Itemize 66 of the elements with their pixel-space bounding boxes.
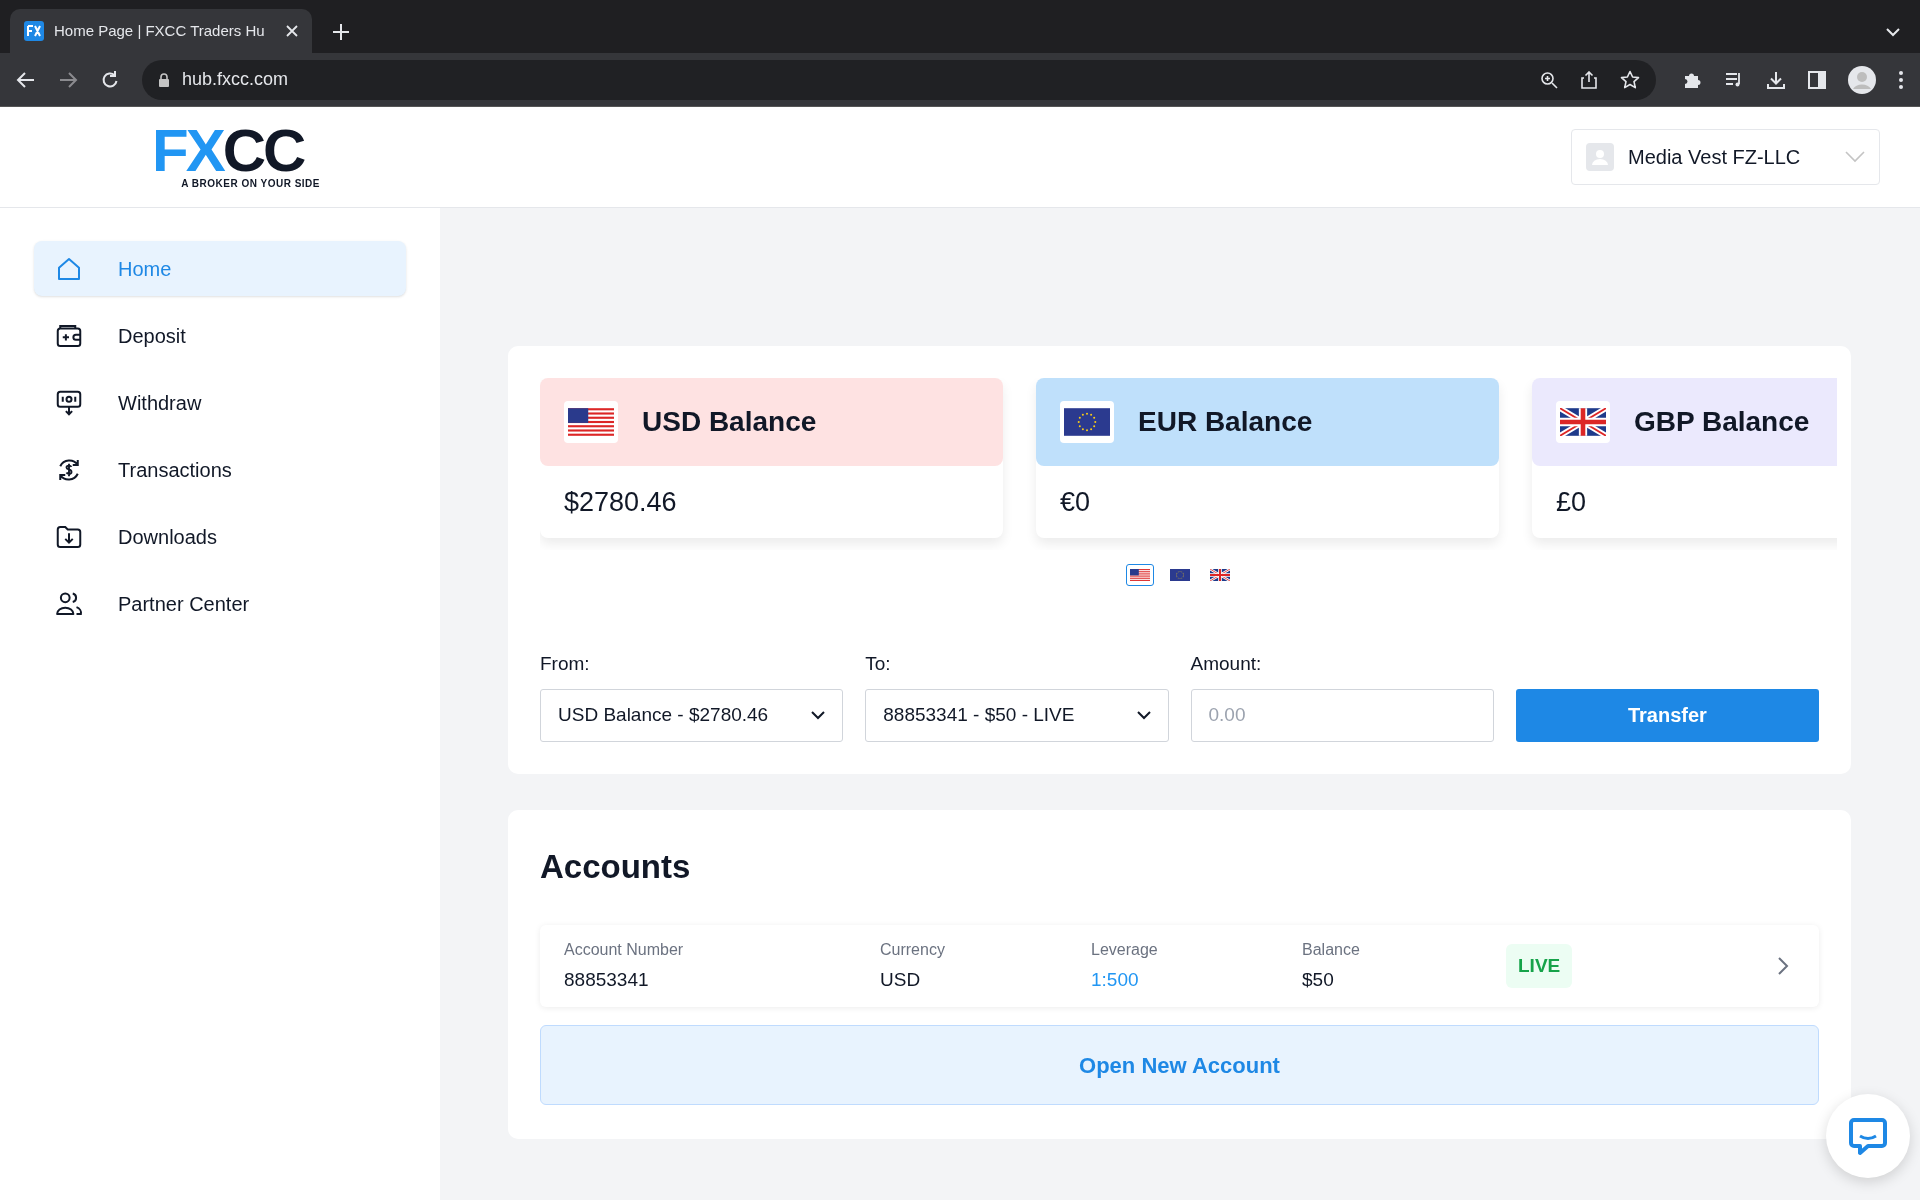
- select-field[interactable]: 88853341 - $50 - LIVE: [865, 688, 1169, 742]
- new-tab-icon[interactable]: [332, 23, 350, 41]
- balance-amount: €0: [1059, 485, 1092, 519]
- zoom-icon[interactable]: [1540, 70, 1558, 89]
- download-icon[interactable]: [1766, 69, 1786, 90]
- forward-icon[interactable]: [58, 69, 78, 90]
- amount-input[interactable]: 0.00: [1190, 688, 1494, 742]
- chevron-down-icon: [811, 710, 826, 720]
- cross-flag-icon: [1560, 408, 1606, 436]
- carousel-flag[interactable]: [1125, 564, 1154, 586]
- tab-title: Home Page | FXCC Traders Hu: [54, 20, 265, 41]
- back-icon[interactable]: [16, 69, 36, 90]
- column-label: Account Number: [564, 939, 685, 960]
- address-bar[interactable]: hub.fxcc.com: [142, 59, 1656, 100]
- nav-item[interactable]: Withdraw: [34, 375, 406, 430]
- star-icon[interactable]: [1620, 69, 1640, 90]
- select-field[interactable]: USD Balance - $2780.46: [540, 688, 844, 742]
- balance-amount: $2780.46: [563, 485, 678, 519]
- browser-tab[interactable]: Home Page | FXCC Traders Hu: [10, 9, 312, 53]
- side-panel-icon[interactable]: [1808, 70, 1826, 89]
- chat-button[interactable]: [1826, 1094, 1910, 1178]
- account-row[interactable]: Account Number 88853341 Currency USD Leverage 1:500 Balance $50 LIVE: [540, 925, 1819, 1007]
- logo-tagline: A BROKER ON YOUR SIDE: [180, 176, 320, 191]
- account-dropdown[interactable]: Media Vest FZ-LLC: [1571, 129, 1880, 185]
- column-label: Leverage: [1091, 939, 1159, 960]
- chevron-down-icon[interactable]: [1886, 27, 1900, 37]
- chevron-right-icon: [1777, 956, 1789, 976]
- user-avatar-icon: [1586, 143, 1614, 171]
- more-icon[interactable]: [1898, 69, 1904, 90]
- column-value: USD: [880, 967, 922, 992]
- flag-thumbnail-icon: [1129, 569, 1150, 581]
- status-badge: LIVE: [1506, 943, 1573, 989]
- amount-label: Amount:: [1190, 652, 1263, 676]
- lock-icon: [158, 72, 170, 87]
- account-name: Media Vest FZ-LLC: [1628, 145, 1801, 170]
- nav-item[interactable]: Deposit: [34, 308, 406, 363]
- from-label: From:: [540, 652, 591, 676]
- striped-flag-icon: [568, 408, 614, 436]
- logo-wordmark: FX: [152, 123, 223, 178]
- close-icon[interactable]: [286, 25, 298, 37]
- balance-title: EUR Balance: [1138, 405, 1313, 439]
- tab-favicon-icon: [24, 21, 44, 41]
- column-value: $50: [1302, 967, 1335, 992]
- nav-item[interactable]: Transactions: [34, 442, 406, 497]
- balance-title: USD Balance: [642, 405, 817, 439]
- logo-wordmark: CC: [222, 123, 304, 178]
- chevron-down-icon: [1845, 151, 1865, 163]
- nav-item[interactable]: Partner Center: [34, 576, 406, 631]
- section-title: Accounts: [540, 846, 692, 887]
- flag-thumbnail-icon: [1169, 569, 1190, 581]
- column-value: 88853341: [564, 967, 650, 992]
- chat-bubble-icon: [1848, 1116, 1888, 1156]
- url-text: hub.fxcc.com: [182, 68, 289, 91]
- flag-thumbnail-icon: [1209, 569, 1230, 581]
- chevron-down-icon: [1136, 710, 1151, 720]
- column-label: Currency: [880, 939, 946, 960]
- balance-amount: £0: [1555, 485, 1588, 519]
- star-circle-flag-icon: [1064, 408, 1110, 436]
- column-label: Balance: [1302, 939, 1361, 960]
- transfer-button[interactable]: Transfer: [1515, 688, 1819, 742]
- nav-item[interactable]: Downloads: [34, 509, 406, 564]
- balance-title: GBP Balance: [1634, 405, 1810, 439]
- share-icon[interactable]: [1580, 70, 1598, 89]
- profile-avatar-icon[interactable]: [1848, 65, 1876, 94]
- reload-icon[interactable]: [100, 69, 120, 90]
- to-label: To:: [865, 652, 892, 676]
